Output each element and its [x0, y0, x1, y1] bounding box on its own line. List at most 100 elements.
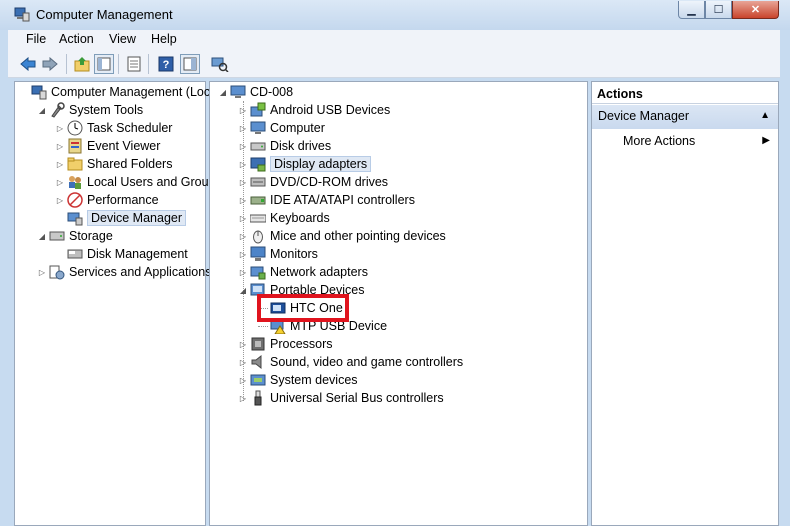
toolbar-separator [66, 54, 67, 74]
collapse-arrow-icon[interactable]: ◢ [37, 232, 47, 241]
collapse-arrow-icon[interactable]: ◢ [218, 88, 228, 97]
console-tree-item[interactable]: ▷ Services and Applications [37, 263, 211, 281]
console-tree-item[interactable]: Disk Management [55, 245, 188, 263]
monitor-icon [250, 246, 266, 261]
device-category-item[interactable]: ▷ Processors [238, 335, 333, 353]
help-button[interactable]: ? [156, 54, 176, 74]
device-category-item[interactable]: ▷ DVD/CD-ROM drives [238, 173, 388, 191]
device-category-item[interactable]: ▷ IDE ATA/ATAPI controllers [238, 191, 415, 209]
device-category-item[interactable]: ▷ Display adapters [238, 155, 372, 173]
console-tree-item[interactable]: ◢ System Tools [37, 101, 143, 119]
minimize-button[interactable]: ▁ [678, 1, 705, 19]
expand-arrow-icon[interactable]: ▷ [55, 160, 65, 169]
device-category-item[interactable]: ▷ Network adapters [238, 263, 368, 281]
collapse-up-icon[interactable]: ▲ [760, 110, 770, 121]
expand-arrow-icon[interactable]: ▷ [55, 196, 65, 205]
toolbar-separator [118, 54, 119, 74]
close-button[interactable]: ✕ [732, 1, 779, 19]
event-viewer-icon [68, 138, 82, 154]
forward-arrow-icon [42, 57, 58, 71]
device-category-item[interactable]: ▷ Android USB Devices [238, 101, 390, 119]
expand-arrow-icon[interactable]: ▷ [55, 124, 65, 133]
menu-view[interactable]: View [109, 32, 136, 46]
console-tree-item[interactable]: ▷ Task Scheduler [55, 119, 172, 137]
properties-button[interactable] [180, 54, 200, 74]
help-icon: ? [158, 56, 174, 72]
up-button[interactable] [72, 54, 92, 74]
console-tree-item-label: Task Scheduler [87, 121, 173, 135]
device-category-item[interactable]: ▷ Keyboards [238, 209, 330, 227]
device-item-label: Universal Serial Bus controllers [270, 391, 444, 405]
show-hide-tree-button[interactable] [94, 54, 114, 74]
menu-file[interactable]: File [26, 32, 46, 46]
device-tree-root[interactable]: ◢ CD-008 [218, 83, 293, 101]
close-icon: ✕ [750, 4, 761, 16]
services-icon [49, 265, 65, 280]
collapse-arrow-icon[interactable]: ◢ [37, 106, 47, 115]
expand-arrow-icon[interactable]: ▷ [238, 124, 248, 133]
expand-arrow-icon[interactable]: ▷ [238, 268, 248, 277]
processor-icon [251, 337, 265, 351]
menu-action[interactable]: Action [59, 32, 94, 46]
expand-arrow-icon[interactable]: ▷ [238, 340, 248, 349]
expand-arrow-icon[interactable]: ▷ [37, 268, 47, 277]
actions-section-device-manager[interactable]: Device Manager ▲ [592, 105, 778, 129]
console-tree-item[interactable]: Device Manager [55, 209, 187, 227]
device-category-item[interactable]: ▷ System devices [238, 371, 358, 389]
console-tree-item-label: Local Users and Groups [87, 175, 222, 189]
device-category-item[interactable]: ▷ Mice and other pointing devices [238, 227, 446, 245]
menu-help[interactable]: Help [151, 32, 177, 46]
expand-arrow-icon[interactable]: ▷ [238, 232, 248, 241]
device-category-item[interactable]: ▷ Disk drives [238, 137, 331, 155]
console-tree-item[interactable]: ▷ Local Users and Groups [55, 173, 222, 191]
collapse-arrow-icon[interactable]: ◢ [238, 286, 248, 295]
forward-button[interactable] [40, 54, 60, 74]
device-category-item[interactable]: ▷ Computer [238, 119, 325, 137]
scan-hardware-button[interactable] [210, 54, 230, 74]
expand-arrow-icon[interactable]: ▷ [238, 196, 248, 205]
console-tree-item[interactable]: ▷ Event Viewer [55, 137, 160, 155]
expand-arrow-icon[interactable]: ▷ [238, 106, 248, 115]
expand-arrow-icon[interactable]: ▷ [55, 142, 65, 151]
toolbar: ? [8, 50, 780, 78]
expand-arrow-icon[interactable]: ▷ [55, 178, 65, 187]
actions-pane: Actions Device Manager ▲ More Actions ▶ [591, 81, 779, 526]
android-usb-icon [250, 102, 266, 117]
console-tree-item-label: Computer Management (Local [51, 85, 220, 99]
clock-icon [67, 120, 83, 136]
computer-management-window: Computer Management ▁ ☐ ✕ File Action Vi… [0, 0, 790, 526]
device-category-item[interactable]: ▷ Monitors [238, 245, 318, 263]
computer-icon [230, 85, 246, 98]
computer-management-icon [31, 85, 47, 100]
console-tree-item[interactable]: ◢ Storage [37, 227, 113, 245]
console-tree-item[interactable]: ▷ Performance [55, 191, 159, 209]
expand-arrow-icon[interactable]: ▷ [238, 394, 248, 403]
expand-arrow-icon[interactable]: ▷ [238, 250, 248, 259]
mouse-icon [253, 230, 263, 244]
console-tree-item[interactable]: Computer Management (Local [19, 83, 220, 101]
more-actions-item[interactable]: More Actions ▶ [592, 132, 778, 152]
expand-arrow-icon[interactable]: ▷ [238, 160, 248, 169]
title-bar[interactable]: Computer Management ▁ ☐ ✕ [0, 0, 790, 30]
device-item-label: Sound, video and game controllers [270, 355, 464, 369]
ide-controller-icon [250, 196, 266, 205]
disk-drive-icon [250, 142, 266, 151]
console-tree-pane: Computer Management (Local ◢ System Tools ▷… [14, 81, 222, 526]
device-category-item[interactable]: ▷ Sound, video and game controllers [238, 353, 463, 371]
expand-arrow-icon[interactable]: ▷ [238, 178, 248, 187]
menu-bar: File Action View Help [8, 30, 780, 50]
device-tree-root-label: CD-008 [250, 85, 294, 99]
expand-arrow-icon[interactable]: ▷ [238, 214, 248, 223]
expand-arrow-icon[interactable]: ▷ [238, 142, 248, 151]
expand-arrow-icon[interactable]: ▷ [238, 358, 248, 367]
maximize-button[interactable]: ☐ [705, 1, 732, 19]
export-list-button[interactable] [124, 54, 144, 74]
performance-icon [67, 192, 83, 208]
device-item-label: Mice and other pointing devices [270, 229, 446, 243]
console-tree-item[interactable]: ▷ Shared Folders [55, 155, 173, 173]
device-category-item[interactable]: ▷ Universal Serial Bus controllers [238, 389, 444, 407]
submenu-arrow-icon: ▶ [762, 135, 770, 146]
back-button[interactable] [18, 54, 38, 74]
properties-icon [183, 57, 197, 71]
expand-arrow-icon[interactable]: ▷ [238, 376, 248, 385]
